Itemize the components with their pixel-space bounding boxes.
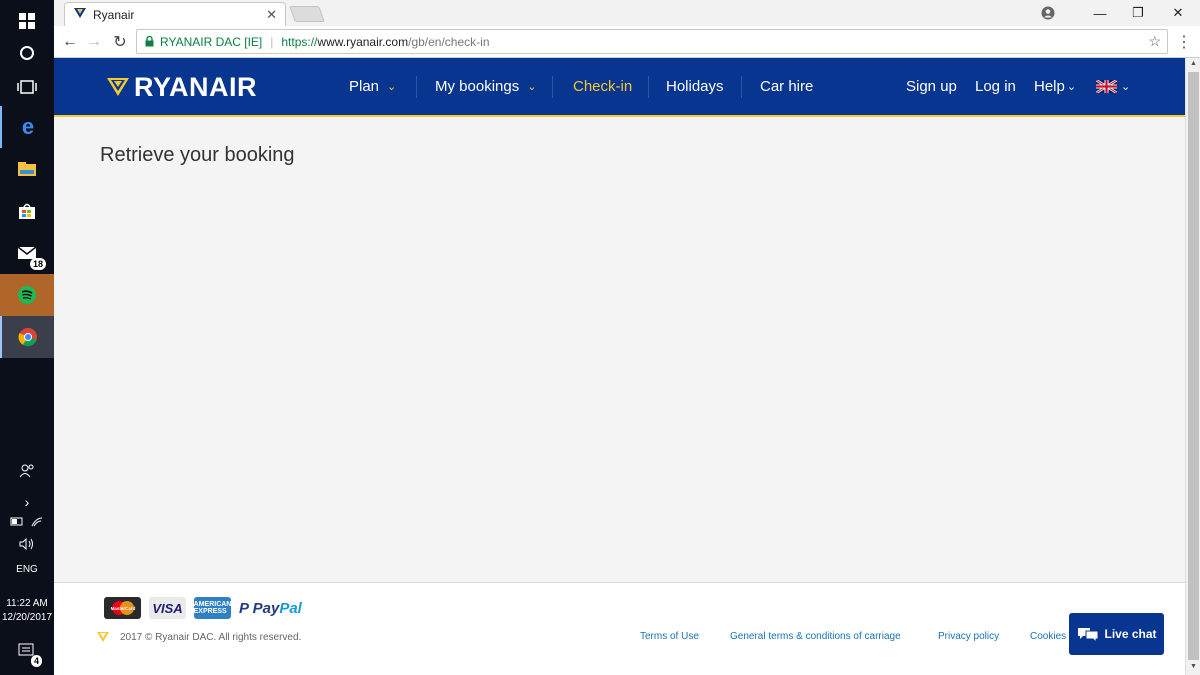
- chat-bubble-icon: [1078, 628, 1099, 642]
- nav-plan-label: Plan: [349, 78, 380, 95]
- harp-logo-icon: [107, 78, 129, 96]
- sign-up-link[interactable]: Sign up: [906, 58, 957, 115]
- chevron-down-icon: ⌄: [1066, 81, 1077, 93]
- nav-plan[interactable]: Plan ⌄: [349, 58, 396, 115]
- address-bar[interactable]: RYANAIR DAC [IE] | https://www.ryanair.c…: [136, 29, 1168, 54]
- close-window-icon[interactable]: ✕: [1158, 0, 1198, 26]
- nav-check-in-label: Check-in: [573, 78, 633, 95]
- paypal-pal-text: Pal: [279, 599, 302, 617]
- people-icon[interactable]: [0, 464, 54, 481]
- page-content: RYANAIR Plan ⌄ My bookings ⌄ Check-in Ho…: [54, 58, 1185, 675]
- language-selector[interactable]: ⌄: [1096, 58, 1130, 115]
- help-label: Help: [1034, 78, 1065, 95]
- spotify-icon[interactable]: [0, 274, 54, 316]
- url-scheme: https://: [281, 34, 318, 49]
- minimize-icon[interactable]: —: [1080, 0, 1120, 26]
- nav-divider: [552, 76, 553, 98]
- nav-car-hire[interactable]: Car hire: [760, 58, 813, 115]
- nav-divider: [741, 76, 742, 98]
- chevron-down-icon: ⌄: [387, 81, 397, 93]
- nav-divider: [648, 76, 649, 98]
- file-explorer-icon[interactable]: [0, 148, 54, 190]
- chrome-taskbar-icon[interactable]: [0, 316, 54, 358]
- sign-up-label: Sign up: [906, 78, 957, 95]
- url-path: /gb/en/check-in: [408, 34, 490, 49]
- forward-icon[interactable]: →: [82, 30, 106, 54]
- nav-holidays-label: Holidays: [666, 78, 724, 95]
- footer-link-cookies[interactable]: Cookies: [1030, 631, 1066, 642]
- uk-flag-icon: [1096, 80, 1117, 93]
- secure-label: RYANAIR DAC [IE]: [160, 34, 263, 49]
- live-chat-label: Live chat: [1104, 627, 1157, 641]
- action-center-icon[interactable]: 4: [0, 642, 54, 667]
- notification-badge: 4: [30, 655, 42, 667]
- page-title: Retrieve your booking: [100, 144, 295, 166]
- browser-menu-icon[interactable]: ⋮: [1176, 32, 1192, 52]
- tab-close-icon[interactable]: ✕: [266, 7, 277, 23]
- nav-divider: [416, 76, 417, 98]
- task-view-icon[interactable]: [0, 66, 54, 108]
- clock-time[interactable]: 11:22 AM: [0, 598, 54, 609]
- help-menu[interactable]: Help ⌄: [1034, 58, 1076, 115]
- payment-methods: MasterCard VISA AMERICAN EXPRESS P PayPa…: [104, 597, 302, 619]
- secure-indicator[interactable]: RYANAIR DAC [IE]: [145, 35, 262, 49]
- store-icon[interactable]: [0, 190, 54, 232]
- footer-link-carriage[interactable]: General terms & conditions of carriage: [730, 631, 901, 642]
- visa-icon: VISA: [149, 597, 186, 619]
- restore-icon[interactable]: ❐: [1118, 0, 1158, 26]
- footer-link-privacy[interactable]: Privacy policy: [938, 631, 999, 642]
- url-host: www.ryanair.com: [317, 34, 409, 49]
- site-header: RYANAIR Plan ⌄ My bookings ⌄ Check-in Ho…: [54, 58, 1185, 117]
- paypal-pay-text: Pay: [252, 599, 280, 617]
- footer-link-terms[interactable]: Terms of Use: [640, 631, 699, 642]
- bookmark-star-icon[interactable]: ☆: [1148, 33, 1161, 50]
- log-in-link[interactable]: Log in: [975, 58, 1016, 115]
- nav-my-bookings[interactable]: My bookings ⌄: [435, 58, 536, 115]
- harp-small-icon: [97, 632, 109, 642]
- mail-icon[interactable]: 18: [0, 232, 54, 274]
- paypal-logo: P PayPal: [239, 600, 302, 617]
- chevron-down-icon: ⌄: [1121, 81, 1131, 93]
- scroll-up-icon[interactable]: ▲: [1186, 58, 1200, 70]
- ryanair-favicon: [73, 7, 87, 22]
- browser-tab[interactable]: Ryanair ✕: [64, 2, 286, 26]
- paypal-logo-p-icon: P: [239, 599, 249, 617]
- nav-car-hire-label: Car hire: [760, 78, 814, 95]
- tab-title: Ryanair: [93, 7, 135, 22]
- chevron-down-icon: ⌄: [527, 81, 537, 93]
- windows-taskbar: e 18 › ENG 11:22 AM 12/20/2017 4: [0, 0, 54, 675]
- reload-icon[interactable]: ↻: [108, 30, 132, 54]
- nav-holidays[interactable]: Holidays: [666, 58, 724, 115]
- site-footer: MasterCard VISA AMERICAN EXPRESS P PayPa…: [54, 582, 1185, 675]
- chevron-up-icon[interactable]: ›: [0, 494, 54, 510]
- edge-icon[interactable]: e: [0, 106, 54, 148]
- volume-icon[interactable]: [0, 537, 54, 553]
- scroll-thumb[interactable]: [1188, 72, 1199, 660]
- ryanair-logo[interactable]: RYANAIR: [106, 72, 257, 102]
- mail-badge: 18: [29, 258, 46, 270]
- clock-date[interactable]: 12/20/2017: [0, 612, 54, 623]
- browser-tab-strip: Ryanair ✕ — ❐ ✕: [54, 0, 1200, 26]
- svg-text:MasterCard: MasterCard: [110, 606, 135, 611]
- lock-icon: [145, 36, 154, 47]
- address-separator: |: [270, 34, 274, 49]
- scroll-down-icon[interactable]: ▼: [1186, 661, 1200, 673]
- profile-icon[interactable]: [1028, 0, 1068, 26]
- language-indicator[interactable]: ENG: [0, 564, 54, 575]
- copyright: 2017 © Ryanair DAC. All rights reserved.: [96, 631, 301, 643]
- nav-check-in[interactable]: Check-in: [573, 58, 632, 115]
- browser-toolbar: ← → ↻ RYANAIR DAC [IE] | https://www.rya…: [54, 26, 1200, 58]
- battery-wifi-icon[interactable]: [0, 516, 54, 531]
- back-icon[interactable]: ←: [58, 30, 82, 54]
- logo-text: RYANAIR: [134, 71, 258, 102]
- live-chat-button[interactable]: Live chat: [1069, 613, 1164, 655]
- amex-icon: AMERICAN EXPRESS: [194, 597, 231, 619]
- copyright-text: 2017 © Ryanair DAC. All rights reserved.: [120, 631, 302, 643]
- new-tab-button[interactable]: [289, 6, 325, 22]
- mastercard-icon: MasterCard: [104, 597, 141, 619]
- page-scrollbar[interactable]: ▲ ▼: [1185, 58, 1200, 675]
- log-in-label: Log in: [975, 78, 1016, 95]
- nav-my-bookings-label: My bookings: [435, 78, 520, 95]
